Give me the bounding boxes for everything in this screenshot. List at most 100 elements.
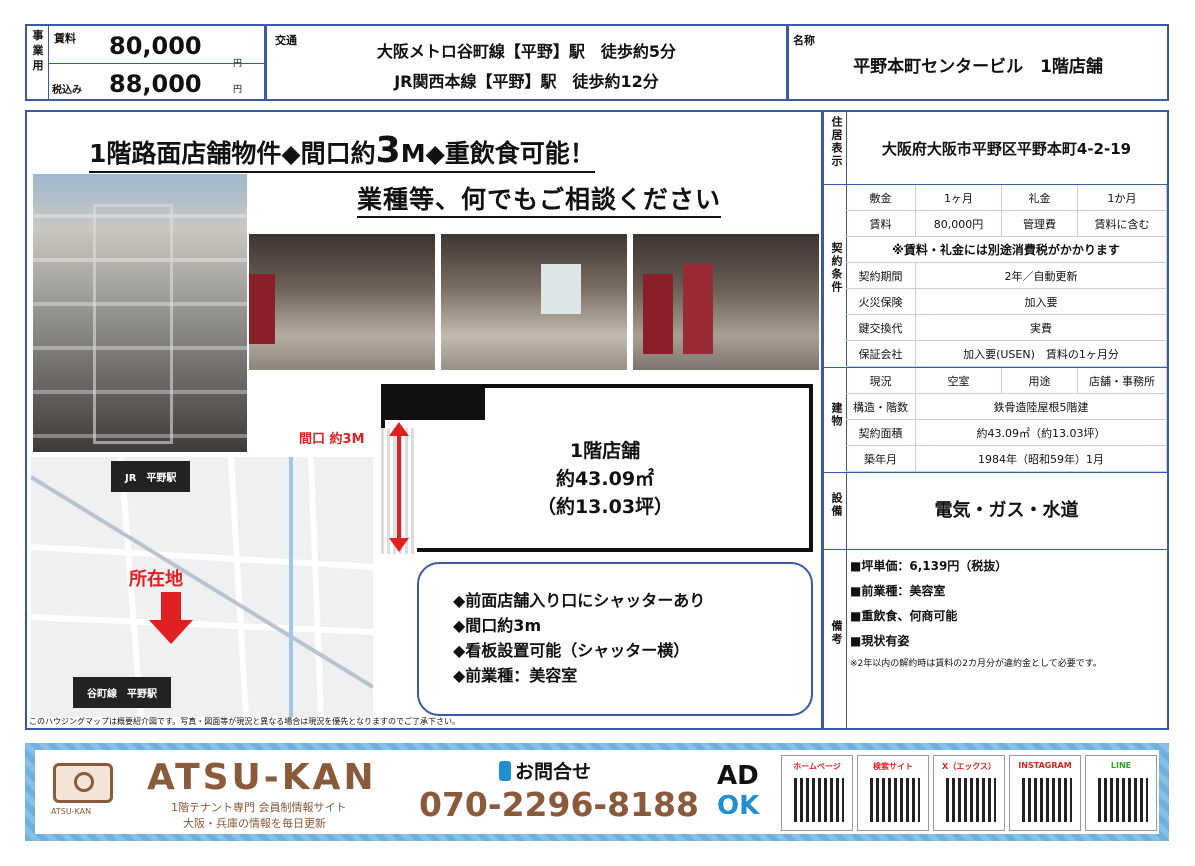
frontage-arrow-icon <box>389 422 409 552</box>
interior-photo-1 <box>249 234 435 370</box>
qr-search[interactable]: 検索サイト <box>857 755 929 831</box>
phone-number[interactable]: 070-2296-8188 <box>419 785 699 824</box>
map-label-subway: 谷町線 平野駅 <box>73 677 171 708</box>
lock-change-value: 実費 <box>916 315 1167 341</box>
features-box: ◆前面店舗入り口にシャッターあり ◆間口約3m ◆看板設置可能（シャッター横） … <box>417 562 813 716</box>
floor-plan: 1階店舗 約43.09㎡ （約13.03坪） <box>381 384 813 554</box>
mgmt-fee-label: 管理費 <box>1002 211 1078 237</box>
ad-label: AD <box>717 761 759 791</box>
divider <box>48 63 264 64</box>
qr-code-icon <box>794 778 844 822</box>
qr-code-icon <box>870 778 920 822</box>
structure-label: 構造・階数 <box>846 394 916 420</box>
headline-2: 業種等、何でもご相談ください <box>357 180 722 218</box>
rent-label: 賃料 <box>846 211 916 237</box>
contact-label: お問合せ <box>515 761 592 783</box>
deposit-value: 1ヶ月 <box>916 185 1002 211</box>
floor-plan-text-2: 約43.09㎡ <box>555 468 655 490</box>
rent-value: 80,000円 <box>916 211 1002 237</box>
qr-homepage[interactable]: ホームページ <box>781 755 853 831</box>
qr-line[interactable]: LINE <box>1085 755 1157 831</box>
status-value: 空室 <box>916 368 1002 394</box>
address-label: 住居表示 <box>830 116 843 168</box>
business-use-label: 事業用 <box>32 29 44 72</box>
map-label-jr: JR 平野駅 <box>111 461 191 492</box>
interior-photo-3 <box>633 234 819 370</box>
contract-label: 契約条件 <box>830 242 843 294</box>
qr-label: LINE <box>1110 761 1132 770</box>
logo-text: ATSU-KAN <box>51 807 92 816</box>
name-label: 名称 <box>793 34 815 47</box>
feature-item: ◆前面店舗入り口にシャッターあり <box>453 591 706 610</box>
use-value: 店舗・事務所 <box>1078 368 1167 394</box>
area-label: 契約面積 <box>846 420 916 446</box>
note-item: ■前業種：美容室 <box>850 584 946 598</box>
header-access-box: 交通 大阪メトロ谷町線【平野】駅 徒歩約5分 JR関西本線【平野】駅 徒歩約12… <box>265 24 788 101</box>
mgmt-fee-value: 賃料に含む <box>1078 211 1167 237</box>
map-location-label: 所在地 <box>129 569 183 590</box>
disclaimer: このハウジングマップは概要紹介図です。写真・図面等が現況と異なる場合は現況を優先… <box>29 717 460 726</box>
feature-item: ◆間口約3m <box>453 616 542 635</box>
lock-change-label: 鍵交換代 <box>846 315 916 341</box>
tax-note: ※賃料・礼金には別途消費税がかかります <box>846 237 1167 263</box>
qr-label: X（エックス） <box>942 762 996 771</box>
tax-label: 税込み <box>52 85 82 96</box>
qr-code-icon <box>1022 778 1072 822</box>
period-label: 契約期間 <box>846 263 916 289</box>
feature-item: ◆前業種：美容室 <box>453 666 578 685</box>
interior-photo-2 <box>441 234 627 370</box>
rent-tax-value: 88,000 <box>109 70 202 98</box>
qr-instagram[interactable]: INSTAGRAM <box>1009 755 1081 831</box>
header-name-box: 名称 平野本町センタービル 1階店舗 <box>787 24 1169 101</box>
floor-plan-text-3: （約13.03坪） <box>536 496 674 518</box>
note-item: ■重飲食、何商可能 <box>850 609 958 623</box>
equipment-value: 電気・ガス・水道 <box>934 500 1079 521</box>
fire-insurance-value: 加入要 <box>916 289 1167 315</box>
address: 大阪府大阪市平野区平野本町4-2-19 <box>881 140 1132 158</box>
property-name: 平野本町センタービル 1階店舗 <box>853 57 1103 77</box>
brand-name: ATSU-KAN <box>147 757 377 798</box>
guarantor-value: 加入要(USEN) 賃料の1ヶ月分 <box>916 341 1167 367</box>
floor-plan-text-1: 1階店舗 <box>569 440 641 462</box>
tagline-1: 1階テナント専門 会員制情報サイト <box>171 801 347 814</box>
built-label: 築年月 <box>846 446 916 472</box>
building-label: 建物 <box>830 402 843 428</box>
status-label: 現況 <box>846 368 916 394</box>
header-rent-box: 事業用 賃料 80,000 円 税込み 88,000 円 <box>25 24 266 101</box>
note-small: ※2年以内の解約時は賃料の2カ月分が違約金として必要です。 <box>850 659 1102 669</box>
equipment-label: 設備 <box>830 492 843 518</box>
frontage-label: 間口 約3M <box>299 432 365 447</box>
built-value: 1984年（昭和59年）1月 <box>916 446 1167 472</box>
feature-item: ◆看板設置可能（シャッター横） <box>453 641 690 660</box>
note-item: ■坪単価：6,139円（税抜） <box>850 559 1008 573</box>
key-money-value: 1か月 <box>1078 185 1167 211</box>
qr-label: INSTAGRAM <box>1018 761 1072 770</box>
fire-insurance-label: 火災保険 <box>846 289 916 315</box>
rent-label: 賃料 <box>54 32 76 45</box>
yen-label: 円 <box>233 85 243 95</box>
deposit-label: 敷金 <box>846 185 916 211</box>
headline-1: 1階路面店舗物件◆間口約3M◆重飲食可能！ <box>89 130 595 173</box>
main-right-panel: 住居表示 大阪府大阪市平野区平野本町4-2-19 契約条件 敷金 1ヶ月 礼金 … <box>822 110 1169 730</box>
camera-icon <box>53 763 113 803</box>
tagline-2: 大阪・兵庫の情報を毎日更新 <box>183 817 326 830</box>
notes-list: ■坪単価：6,139円（税抜） ■前業種：美容室 ■重飲食、何商可能 ■現状有姿… <box>850 554 1168 674</box>
key-money-label: 礼金 <box>1002 185 1078 211</box>
phone-icon <box>499 761 511 781</box>
rent-value: 80,000 <box>109 32 202 60</box>
period-value: 2年／自動更新 <box>916 263 1167 289</box>
notes-label: 備考 <box>830 620 843 646</box>
access-line-1: 大阪メトロ谷町線【平野】駅 徒歩約5分 <box>376 42 677 61</box>
access-line-2: JR関西本線【平野】駅 徒歩約12分 <box>394 72 659 91</box>
use-label: 用途 <box>1002 368 1078 394</box>
qr-label: 検索サイト <box>873 762 913 771</box>
qr-label: ホームページ <box>793 762 841 771</box>
building-photo <box>33 174 247 452</box>
qr-x[interactable]: X（エックス） <box>933 755 1005 831</box>
area-value: 約43.09㎡（約13.03坪） <box>916 420 1167 446</box>
ok-label: OK <box>717 791 760 821</box>
guarantor-label: 保証会社 <box>846 341 916 367</box>
qr-code-icon <box>1098 778 1148 822</box>
structure-value: 鉄骨造陸屋根5階建 <box>916 394 1167 420</box>
footer-banner: ATSU-KAN ATSU-KAN 1階テナント専門 会員制情報サイト 大阪・兵… <box>25 743 1169 841</box>
